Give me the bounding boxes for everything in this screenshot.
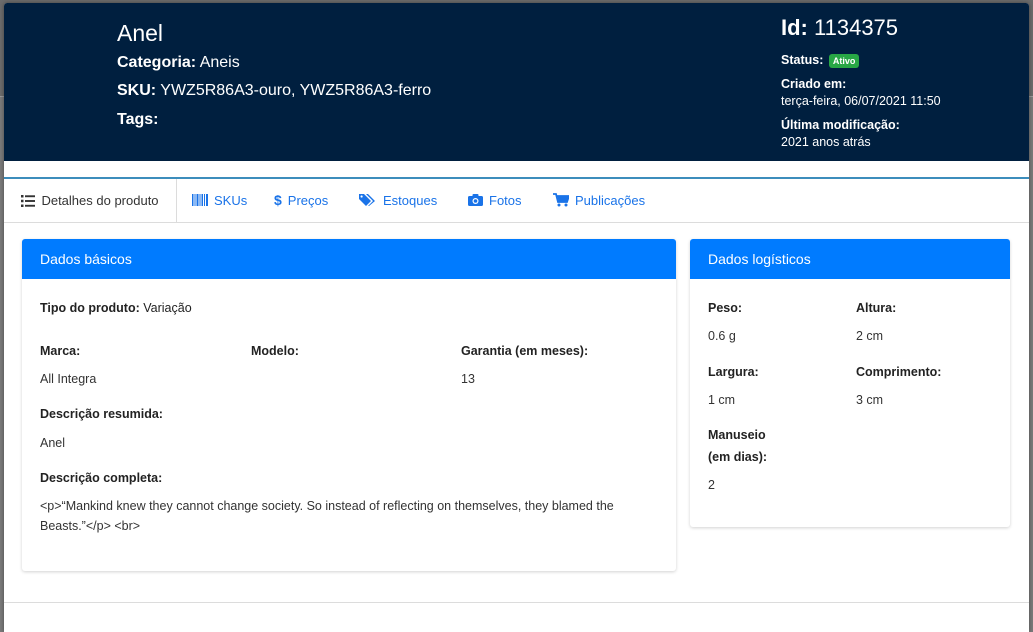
- product-type-row: Tipo do produto: Variação: [40, 301, 192, 315]
- short-description-value: Anel: [40, 436, 66, 450]
- id-label: Id:: [781, 15, 808, 40]
- tab-fotos-label: Fotos: [489, 192, 522, 208]
- modified-label: Última modificação:: [781, 118, 900, 132]
- tab-estoques-label: Estoques: [383, 192, 438, 208]
- created-label-text: Criado em:: [781, 77, 847, 91]
- brand-value: All Integra: [40, 372, 97, 386]
- width-label: Largura:: [708, 365, 759, 379]
- tab-precos-label: Preços: [287, 192, 329, 208]
- dollar-icon: $: [274, 192, 282, 208]
- warranty-value: 13: [461, 372, 475, 386]
- tab-fotos[interactable]: Fotos: [468, 179, 522, 221]
- list-icon: [21, 194, 36, 207]
- tags-label: Tags:: [117, 111, 159, 128]
- height-value: 2 cm: [856, 329, 884, 343]
- length-label: Comprimento:: [856, 365, 942, 379]
- created-value: terça-feira, 06/07/2021 11:50: [781, 94, 941, 108]
- tab-skus[interactable]: SKUs: [192, 179, 247, 221]
- tab-detalhes-label: Detalhes do produto: [41, 193, 159, 208]
- created-label: Criado em:: [781, 77, 846, 91]
- weight-value: 0.6 g: [708, 329, 736, 343]
- status-row: Status: Ativo: [781, 53, 860, 68]
- logistics-card: Dados logísticos Peso: 0.6 g Altura: 2 c…: [690, 239, 1010, 527]
- model-label: Modelo:: [251, 344, 299, 358]
- sku-value: YWZ5R86A3-ouro, YWZ5R86A3-ferro: [160, 82, 432, 99]
- tab-estoques[interactable]: Estoques: [359, 179, 437, 221]
- basic-data-title: Dados básicos: [22, 239, 676, 279]
- warranty-label: Garantia (em meses):: [461, 344, 589, 358]
- tab-detalhes[interactable]: Detalhes do produto: [4, 179, 177, 222]
- tab-publicacoes-label: Publicações: [575, 192, 646, 208]
- basic-data-card: Dados básicos Tipo do produto: Variação …: [22, 239, 676, 571]
- id-value: 1134375: [814, 15, 899, 40]
- full-description-label: Descrição completa:: [40, 471, 163, 485]
- barcode-icon: [192, 194, 208, 206]
- modified-value: 2021 anos atrás: [781, 135, 871, 149]
- category-label: Categoria:: [117, 54, 197, 71]
- tags-row: Tags:: [117, 111, 158, 129]
- tags-icon: [359, 193, 377, 207]
- full-description-value: <p>“Mankind knew they cannot change soci…: [40, 499, 614, 533]
- width-value: 1 cm: [708, 393, 736, 407]
- product-header: Anel Categoria: Aneis SKU: YWZ5R86A3-our…: [4, 3, 1029, 161]
- sku-row: SKU: YWZ5R86A3-ouro, YWZ5R86A3-ferro: [117, 82, 431, 100]
- product-tabs: Detalhes do produto SKUs $ Preços Estoqu…: [4, 177, 1029, 223]
- logistics-title: Dados logísticos: [690, 239, 1010, 279]
- handling-label-line1: Manuseio: [708, 428, 766, 442]
- product-type-label: Tipo do produto:: [40, 301, 140, 315]
- height-label: Altura:: [856, 301, 897, 315]
- product-name: Anel: [117, 20, 164, 46]
- tab-precos[interactable]: $ Preços: [274, 179, 328, 221]
- product-type-value: Variação: [143, 301, 192, 315]
- status-label: Status:: [781, 53, 824, 67]
- status-badge: Ativo: [828, 53, 860, 68]
- modal-footer-divider: [4, 602, 1029, 603]
- handling-value: 2: [708, 478, 715, 492]
- category-row: Categoria: Aneis: [117, 54, 240, 72]
- short-description-label: Descrição resumida:: [40, 407, 163, 421]
- handling-label-line2: (em dias):: [708, 450, 768, 464]
- weight-label: Peso:: [708, 301, 743, 315]
- product-modal: Anel Categoria: Aneis SKU: YWZ5R86A3-our…: [4, 3, 1029, 632]
- tab-skus-label: SKUs: [214, 192, 248, 208]
- modified-label-text: Última modificação:: [781, 118, 900, 132]
- product-id: Id: 1134375: [781, 15, 898, 41]
- camera-icon: [468, 194, 483, 206]
- brand-label: Marca:: [40, 344, 81, 358]
- sku-label: SKU:: [117, 82, 157, 99]
- category-value: Aneis: [199, 54, 240, 71]
- length-value: 3 cm: [856, 393, 884, 407]
- cart-icon: [553, 193, 569, 207]
- tab-publicacoes[interactable]: Publicações: [553, 179, 645, 221]
